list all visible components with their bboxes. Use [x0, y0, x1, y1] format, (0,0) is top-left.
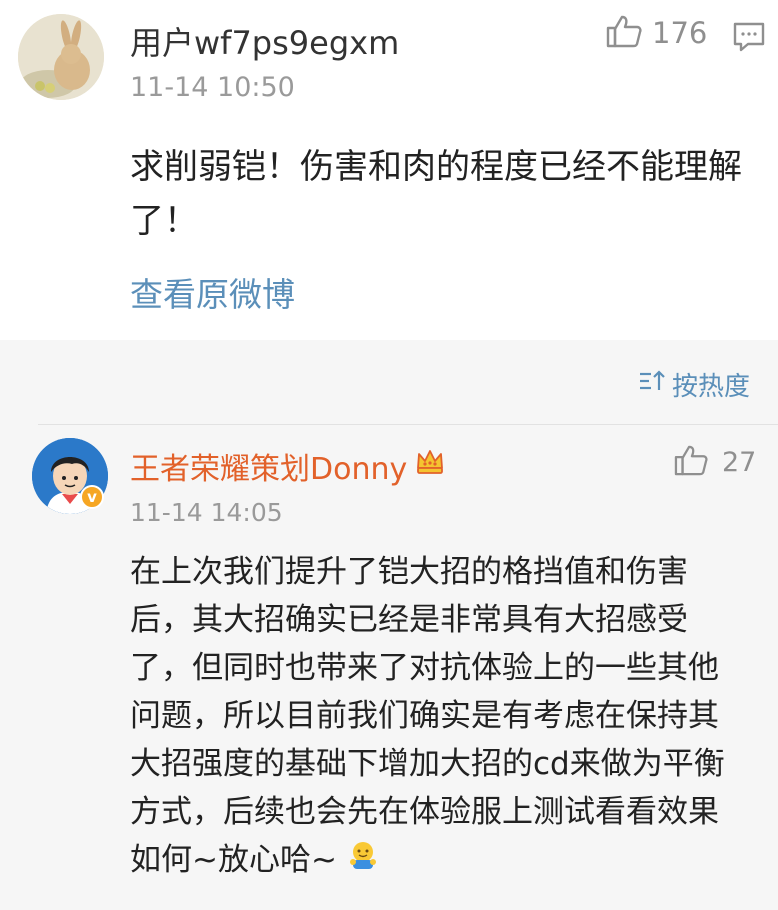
hug-emoji-icon	[347, 838, 379, 886]
sort-by-hot-button[interactable]: 按热度	[638, 366, 750, 403]
top-comment: 用户wf7ps9egxm 11-14 10:50 176 求削弱铠！伤害和肉的程…	[0, 0, 778, 340]
like-button[interactable]: 27	[674, 444, 756, 480]
timestamp: 11-14 10:50	[130, 72, 295, 103]
replies-section: 按热度 v 王者荣耀策划Donny 11-14 14:05 27 在上次我们提升…	[0, 340, 778, 910]
official-username[interactable]: 王者荣耀策划Donny	[130, 444, 445, 488]
thumbs-up-icon	[606, 14, 642, 52]
sort-icon	[638, 369, 666, 400]
thumbs-up-icon	[674, 444, 708, 480]
reply-text: 在上次我们提升了铠大招的格挡值和伤害后，其大招确实已经是非常具有大招感受了，但同…	[130, 554, 725, 878]
like-button[interactable]: 176	[606, 14, 707, 52]
timestamp: 11-14 14:05	[130, 498, 283, 527]
like-count: 27	[722, 446, 757, 478]
crown-icon	[415, 448, 445, 484]
like-count: 176	[652, 16, 708, 50]
reply-text-block: 在上次我们提升了铠大招的格挡值和伤害后，其大招确实已经是非常具有大招感受了，但同…	[130, 548, 742, 886]
view-original-link[interactable]: 查看原微博	[130, 268, 295, 316]
avatar[interactable]	[18, 14, 104, 100]
comment-text: 求削弱铠！伤害和肉的程度已经不能理解了！	[130, 147, 742, 241]
username[interactable]: 用户wf7ps9egxm	[130, 18, 399, 64]
divider	[38, 424, 778, 425]
reply-comment-icon[interactable]	[732, 20, 766, 54]
sort-label: 按热度	[671, 372, 750, 402]
verified-badge: v	[80, 485, 104, 509]
username: 王者荣耀策划Donny	[130, 452, 408, 487]
